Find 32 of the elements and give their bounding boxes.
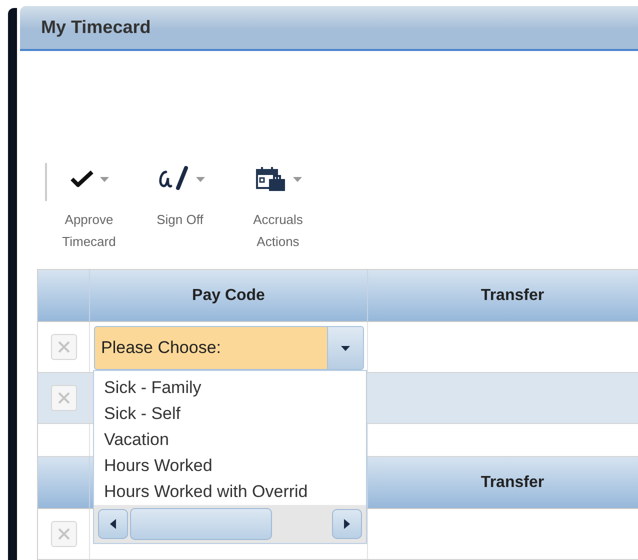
scroll-left-button[interactable] <box>98 509 128 539</box>
scroll-right-button[interactable] <box>332 509 362 539</box>
delete-row-button[interactable] <box>50 334 76 360</box>
checkmark-icon <box>70 169 94 189</box>
left-arrow-icon <box>110 519 116 529</box>
delete-row-button[interactable] <box>50 521 76 547</box>
toolbar-button[interactable]: Sign Off <box>131 159 229 231</box>
dropdown-option[interactable]: Hours Worked with Overrid <box>94 479 366 505</box>
caret-icon <box>292 176 302 182</box>
panel-title: My Timecard <box>41 17 151 38</box>
horizontal-scrollbar[interactable] <box>94 505 366 543</box>
column-header: Transfer <box>480 474 544 492</box>
dropdown-option[interactable]: Vacation <box>94 427 366 453</box>
pay-code-dropdown[interactable]: Please Choose: <box>94 326 364 370</box>
close-icon <box>58 392 70 404</box>
close-icon <box>58 528 70 540</box>
dropdown-option[interactable]: Sick - Self <box>94 401 366 427</box>
toolbar-button[interactable]: Accruals Actions <box>229 159 327 253</box>
caret-icon <box>341 346 350 350</box>
scrollbar-thumb[interactable] <box>130 508 272 540</box>
dropdown-option[interactable]: Hours Worked <box>94 453 366 479</box>
column-header: Pay Code <box>192 286 265 304</box>
toolbar-button[interactable]: Approve Timecard <box>47 159 131 253</box>
caret-icon <box>196 176 204 182</box>
dropdown-toggle-button[interactable] <box>327 327 363 369</box>
caret-icon <box>100 176 108 182</box>
dropdown-option[interactable]: Sick - Family <box>94 375 366 401</box>
close-icon <box>58 341 70 353</box>
column-header: Transfer <box>480 286 544 304</box>
delete-row-button[interactable] <box>50 385 76 411</box>
right-arrow-icon <box>344 519 350 529</box>
calendar-briefcase-icon <box>254 166 286 192</box>
